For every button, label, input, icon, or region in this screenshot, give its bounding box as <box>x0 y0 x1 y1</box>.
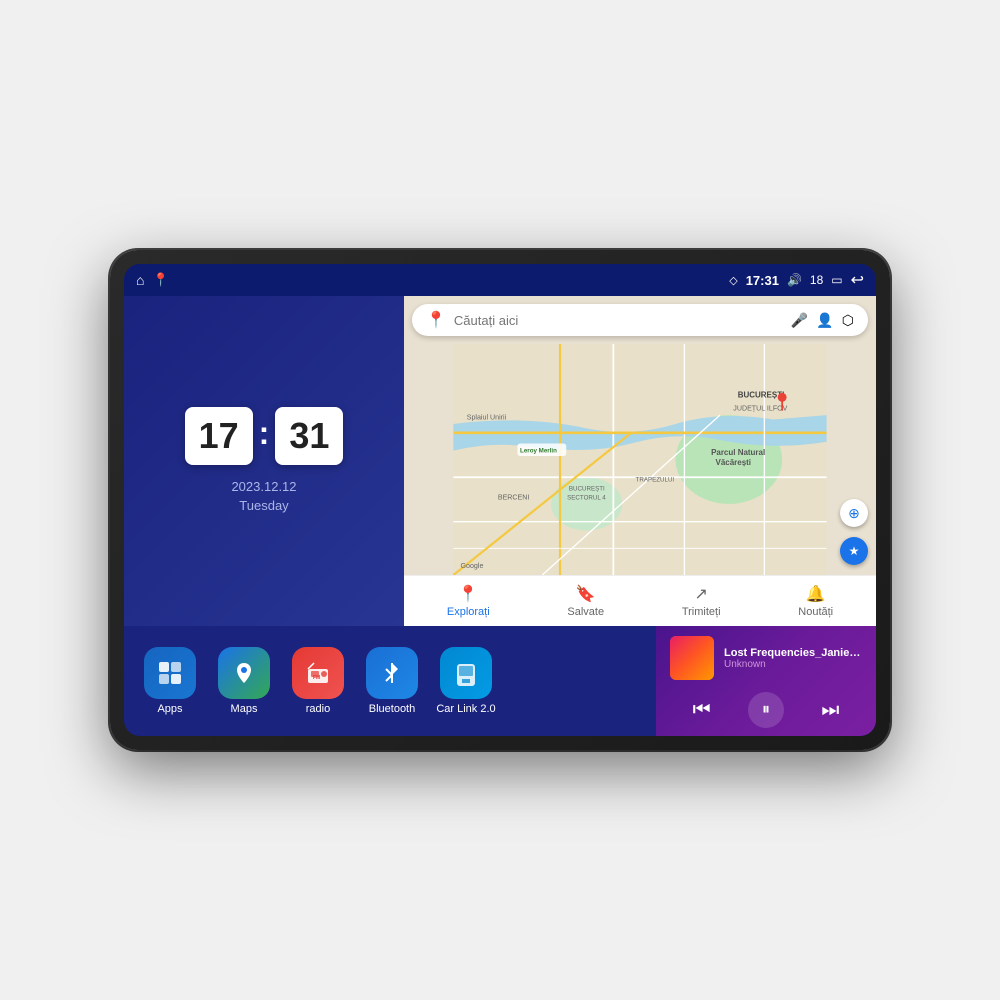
svg-text:Parcul Natural: Parcul Natural <box>711 448 765 457</box>
map-locate-button[interactable]: ⊕ <box>840 499 868 527</box>
saved-label: Salvate <box>567 606 604 618</box>
screen: ⌂ 📍 ◇ 17:31 🔊 18 ▭ ↩ 17 : 31 <box>124 264 876 736</box>
back-icon[interactable]: ↩ <box>851 270 864 290</box>
bluetooth-icon <box>366 647 418 699</box>
clock-widget: 17 : 31 2023.12.12 Tuesday <box>124 296 404 626</box>
map-svg: Parcul Natural Văcărești BUCUREȘTI JUDEȚ… <box>404 344 876 575</box>
radio-icon: FM <box>292 647 344 699</box>
svg-text:SECTORUL 4: SECTORUL 4 <box>567 494 606 501</box>
status-right-info: ◇ 17:31 🔊 18 ▭ ↩ <box>729 270 864 290</box>
clock-date: 2023.12.12 Tuesday <box>231 477 296 516</box>
signal-icon: ◇ <box>729 274 737 287</box>
carlink-label: Car Link 2.0 <box>436 703 495 715</box>
status-bar: ⌂ 📍 ◇ 17:31 🔊 18 ▭ ↩ <box>124 264 876 296</box>
apps-icon <box>144 647 196 699</box>
volume-icon: 🔊 <box>787 273 802 287</box>
clock-hour: 17 <box>185 407 253 465</box>
music-info: Lost Frequencies_Janieck Devy-... Unknow… <box>670 636 862 680</box>
map-area[interactable]: Parcul Natural Văcărești BUCUREȘTI JUDEȚ… <box>404 344 876 575</box>
microphone-icon[interactable]: 🎤 <box>791 312 808 329</box>
battery-icon: ▭ <box>831 273 842 287</box>
radio-label: radio <box>306 703 330 715</box>
music-text: Lost Frequencies_Janieck Devy-... Unknow… <box>724 647 862 670</box>
share-icon: ↗ <box>694 584 707 604</box>
map-nav-explore[interactable]: 📍 Explorați <box>439 582 498 620</box>
music-thumb-image <box>670 636 714 680</box>
bottom-section: Apps Maps <box>124 626 876 736</box>
clock-display: 17 : 31 <box>185 407 344 465</box>
bluetooth-label: Bluetooth <box>369 703 415 715</box>
saved-icon: 🔖 <box>576 584 596 604</box>
device: ⌂ 📍 ◇ 17:31 🔊 18 ▭ ↩ 17 : 31 <box>110 250 890 750</box>
news-label: Noutăți <box>798 606 833 618</box>
map-widget[interactable]: 📍 🎤 👤 ⬡ <box>404 296 876 626</box>
next-button[interactable]: ⏭ <box>813 695 847 726</box>
battery-level: 18 <box>810 273 823 287</box>
account-icon[interactable]: 👤 <box>816 312 833 329</box>
top-section: 17 : 31 2023.12.12 Tuesday 📍 🎤 <box>124 296 876 626</box>
explore-icon: 📍 <box>458 584 478 604</box>
svg-text:TRAPEZULUI: TRAPEZULUI <box>636 477 675 484</box>
svg-text:BERCENI: BERCENI <box>498 493 530 501</box>
map-search-bar[interactable]: 📍 🎤 👤 ⬡ <box>412 304 868 336</box>
status-time: 17:31 <box>746 273 779 288</box>
map-nav-share[interactable]: ↗ Trimiteți <box>674 582 729 620</box>
svg-text:BUCUREȘTI: BUCUREȘTI <box>738 390 785 399</box>
music-title: Lost Frequencies_Janieck Devy-... <box>724 647 862 659</box>
music-thumbnail <box>670 636 714 680</box>
app-item-radio[interactable]: FM radio <box>288 647 348 715</box>
svg-text:BUCUREȘTI: BUCUREȘTI <box>569 486 605 493</box>
prev-button[interactable]: ⏮ <box>685 695 719 726</box>
play-pause-button[interactable]: ⏸ <box>748 692 784 728</box>
app-item-bluetooth[interactable]: Bluetooth <box>362 647 422 715</box>
svg-text:Văcărești: Văcărești <box>716 458 752 467</box>
map-nav-saved[interactable]: 🔖 Salvate <box>559 582 612 620</box>
maps-logo-icon: 📍 <box>426 310 446 330</box>
news-icon: 🔔 <box>806 584 826 604</box>
svg-text:Google: Google <box>461 562 484 570</box>
clock-minute: 31 <box>275 407 343 465</box>
app-dock: Apps Maps <box>124 626 656 736</box>
music-player: Lost Frequencies_Janieck Devy-... Unknow… <box>656 626 876 736</box>
clock-colon: : <box>259 415 270 452</box>
share-label: Trimiteți <box>682 606 721 618</box>
maps-icon <box>218 647 270 699</box>
app-item-apps[interactable]: Apps <box>140 647 200 715</box>
app-item-maps[interactable]: Maps <box>214 647 274 715</box>
map-nav-button[interactable]: ★ <box>840 537 868 565</box>
home-icon[interactable]: ⌂ <box>136 272 144 288</box>
svg-text:Leroy Merlin: Leroy Merlin <box>520 447 557 454</box>
svg-text:JUDEȚUL ILFOV: JUDEȚUL ILFOV <box>733 405 787 413</box>
main-content: 17 : 31 2023.12.12 Tuesday 📍 🎤 <box>124 296 876 736</box>
carlink-icon <box>440 647 492 699</box>
status-left-icons: ⌂ 📍 <box>136 272 169 288</box>
map-bottom-bar: 📍 Explorați 🔖 Salvate ↗ Trimiteți 🔔 <box>404 575 876 626</box>
layers-icon[interactable]: ⬡ <box>842 312 854 329</box>
maps-label: Maps <box>231 703 258 715</box>
music-artist: Unknown <box>724 659 862 670</box>
apps-label: Apps <box>157 703 182 715</box>
maps-pin-icon[interactable]: 📍 <box>152 272 168 288</box>
app-item-carlink[interactable]: Car Link 2.0 <box>436 647 496 715</box>
music-controls: ⏮ ⏸ ⏭ <box>670 688 862 732</box>
map-search-input[interactable] <box>454 313 783 328</box>
explore-label: Explorați <box>447 606 490 618</box>
svg-text:Splaiul Unirii: Splaiul Unirii <box>467 414 507 422</box>
svg-text:FM: FM <box>313 675 320 681</box>
map-nav-news[interactable]: 🔔 Noutăți <box>790 582 841 620</box>
